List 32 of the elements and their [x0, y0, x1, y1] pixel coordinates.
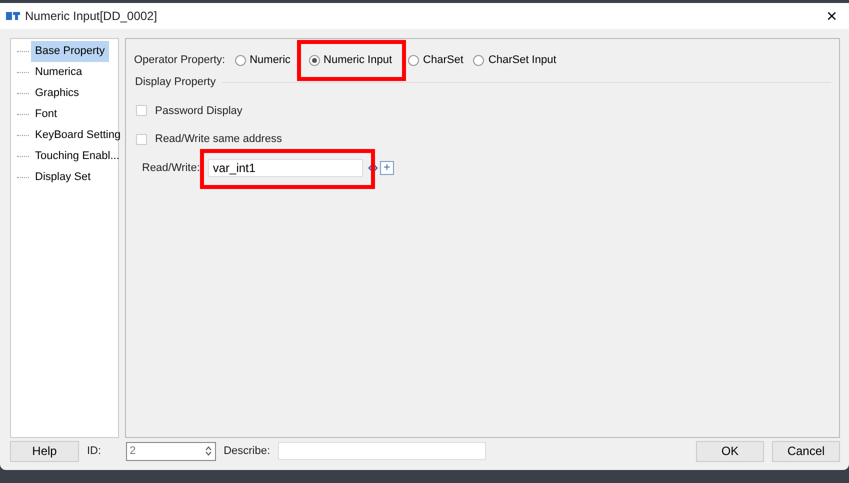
field-label: Describe:: [224, 444, 270, 459]
radio-option[interactable]: CharSet: [404, 52, 468, 68]
cancel-button[interactable]: Cancel: [772, 440, 840, 462]
link-icon[interactable]: [368, 164, 378, 172]
ok-button[interactable]: OK: [696, 440, 764, 462]
tree-item[interactable]: Touching Enabl...: [31, 146, 124, 167]
field-label: Read/Write:: [142, 160, 200, 176]
tree-item[interactable]: Display Set: [31, 167, 95, 188]
add-button[interactable]: +: [380, 160, 394, 175]
section-title: Display Property: [135, 75, 216, 90]
tree-item[interactable]: Font: [31, 104, 62, 125]
checkbox[interactable]: [136, 105, 147, 116]
radio-option[interactable]: Numeric Input: [304, 52, 396, 68]
radio-option[interactable]: CharSet Input: [469, 52, 560, 68]
checkbox-label: Password Display: [155, 104, 242, 118]
window-title: Numeric Input[DD_0002]: [25, 8, 158, 25]
radio-option[interactable]: Numeric: [230, 52, 295, 68]
checkbox[interactable]: [136, 134, 147, 145]
tree-item[interactable]: Graphics: [31, 83, 84, 104]
checkbox-label: Read/Write same address: [155, 132, 282, 147]
tree-item[interactable]: KeyBoard Setting: [31, 125, 125, 146]
field-label: ID:: [87, 444, 102, 459]
help-button[interactable]: Help: [10, 440, 79, 462]
tree-item[interactable]: Base Property: [31, 41, 109, 62]
describe-field[interactable]: [278, 442, 486, 460]
tree-item[interactable]: Numerica: [31, 62, 86, 83]
id-spinbox[interactable]: 2: [126, 442, 216, 460]
field-label: Operator Property:: [134, 53, 226, 68]
close-button[interactable]: ×: [820, 7, 843, 25]
app-icon: [6, 10, 20, 22]
address-field[interactable]: var_int1: [208, 158, 363, 176]
spin-arrows-icon[interactable]: [204, 446, 212, 456]
